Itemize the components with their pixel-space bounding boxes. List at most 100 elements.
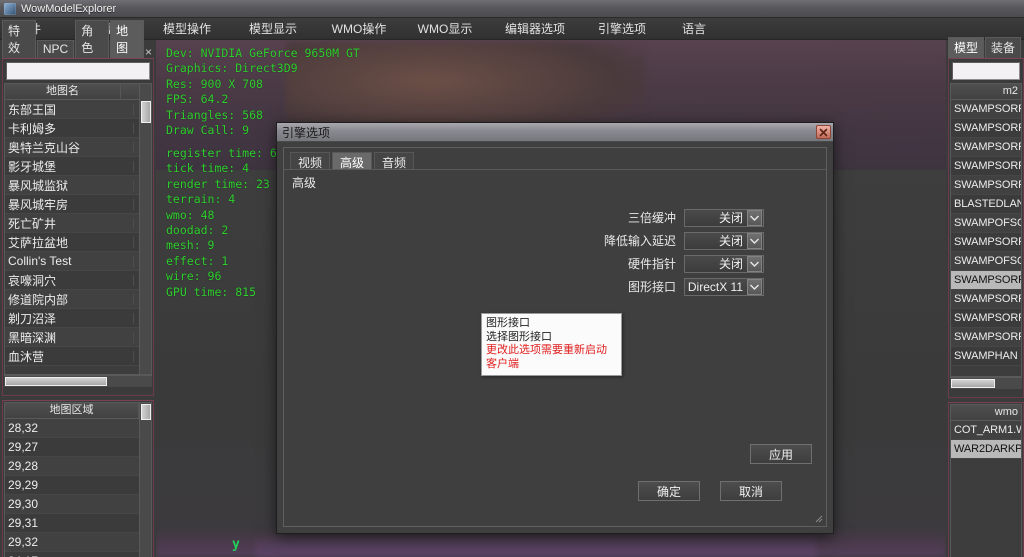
menu-item-model-ops[interactable]: 模型操作 — [144, 17, 230, 40]
setting-row-hardware-cursor: 硬件指针 关闭 — [284, 254, 826, 273]
table-row[interactable]: 黑暗深渊4 — [5, 328, 151, 347]
left-tab-effects[interactable]: 特效 — [2, 20, 36, 58]
left-tab-character[interactable]: 角色 — [75, 20, 110, 58]
table-row[interactable]: 奥特兰克山谷3 — [5, 138, 151, 157]
scrollbar-thumb[interactable] — [951, 379, 995, 388]
m2-search-box[interactable] — [952, 62, 1020, 80]
list-item[interactable]: WAR2DARKP — [951, 440, 1021, 459]
map-list-header: 地图名 — [5, 84, 151, 100]
list-item[interactable]: SWAMPSORR — [951, 309, 1021, 328]
right-tab-model[interactable]: 模型 — [948, 37, 985, 58]
apply-button[interactable]: 应用 — [750, 444, 812, 464]
table-row[interactable]: 影牙城堡3 — [5, 157, 151, 176]
close-icon[interactable]: × — [145, 46, 152, 58]
table-row[interactable]: 卡利姆多1 — [5, 119, 151, 138]
menu-item-wmo-ops[interactable]: WMO操作 — [316, 17, 402, 40]
table-row[interactable]: 29,29 — [5, 476, 151, 495]
table-row[interactable]: 34,17 — [5, 552, 151, 557]
table-row[interactable]: 艾萨拉盆地3 — [5, 233, 151, 252]
m2-name: SWAMPSORR — [954, 103, 1021, 115]
left-tab-map[interactable]: 地图 — [110, 20, 144, 58]
graphics-api-dropdown[interactable]: DirectX 11 — [684, 277, 764, 296]
menu-item-engine-options[interactable]: 引擎选项 — [582, 17, 662, 40]
wmo-listview[interactable]: wmo COT_ARM1.W WAR2DARKP — [950, 404, 1022, 557]
region-coord: 29,27 — [8, 440, 39, 454]
table-row[interactable]: 28,32 — [5, 419, 151, 438]
tab-advanced[interactable]: 高级 — [332, 152, 373, 170]
m2-name: SWAMPSORR — [954, 312, 1021, 324]
menu-item-editor-options[interactable]: 编辑器选项 — [488, 17, 582, 40]
chevron-down-icon[interactable] — [747, 232, 762, 249]
list-item[interactable]: SWAMPSORR — [951, 271, 1021, 290]
table-row[interactable]: 暴风城牢房3 — [5, 195, 151, 214]
close-icon[interactable] — [816, 125, 831, 139]
m2-name: SWAMPOFSO — [954, 255, 1021, 267]
tab-audio[interactable]: 音频 — [374, 152, 415, 170]
list-item[interactable]: SWAMPSORR — [951, 328, 1021, 347]
region-list-vertical-scrollbar[interactable] — [139, 403, 151, 557]
scrollbar-thumb[interactable] — [141, 101, 151, 123]
table-row[interactable]: 29,32 — [5, 533, 151, 552]
table-row[interactable]: 剃刀沼泽3 — [5, 309, 151, 328]
m2-list-horizontal-scrollbar[interactable] — [950, 377, 1022, 389]
list-item[interactable]: SWAMPSORR — [951, 100, 1021, 119]
dialog-tabstrip: 视频 高级 音频 — [284, 148, 826, 170]
menu-item-language[interactable]: 语言 — [662, 17, 726, 40]
tab-video[interactable]: 视频 — [290, 152, 331, 170]
map-listview[interactable]: 地图名 东部王国0 卡利姆多1 奥特兰克山谷3 影牙城堡3 暴风城监狱4 暴风城… — [4, 83, 152, 375]
table-row[interactable]: 29,28 — [5, 457, 151, 476]
scrollbar-thumb[interactable] — [141, 404, 151, 420]
list-item[interactable]: BLASTEDLAND — [951, 195, 1021, 214]
list-item[interactable]: SWAMPSORR — [951, 138, 1021, 157]
right-tab-equipment[interactable]: 装备 — [985, 37, 1022, 58]
map-name: Collin's Test — [8, 254, 72, 268]
m2-name: SWAMPOFSO — [954, 217, 1021, 229]
list-item[interactable]: SWAMPSORR — [951, 176, 1021, 195]
scrollbar-thumb[interactable] — [5, 377, 107, 386]
list-item[interactable]: SWAMPHAN — [951, 347, 1021, 366]
list-item[interactable]: COT_ARM1.W — [951, 421, 1021, 440]
table-row[interactable]: Collin's Test1 — [5, 252, 151, 271]
resize-grip-icon[interactable] — [811, 511, 823, 523]
region-coord: 29,29 — [8, 478, 39, 492]
map-list-horizontal-scrollbar[interactable] — [4, 375, 152, 387]
triple-buffering-dropdown[interactable]: 关闭 — [684, 208, 764, 227]
chevron-down-icon[interactable] — [747, 209, 762, 226]
list-item[interactable]: SWAMPSORR — [951, 157, 1021, 176]
left-tab-npc[interactable]: NPC — [36, 40, 75, 58]
map-name: 影牙城堡 — [8, 159, 57, 174]
chevron-down-icon[interactable] — [747, 255, 762, 272]
list-item[interactable]: SWAMPOFSO — [951, 252, 1021, 271]
setting-row-graphics-api: 图形接口 DirectX 11 — [284, 277, 826, 296]
m2-name: SWAMPSORR — [954, 141, 1021, 153]
region-listview[interactable]: 地图区域 28,32 29,27 29,28 29,29 29,30 29,31… — [4, 402, 152, 557]
m2-listview[interactable]: m2 SWAMPSORR SWAMPSORR SWAMPSORR SWAMPSO… — [950, 83, 1022, 377]
chevron-down-icon[interactable] — [747, 278, 762, 295]
table-row[interactable]: 血沐营3 — [5, 347, 151, 366]
table-row[interactable]: 29,27 — [5, 438, 151, 457]
wmo-name: WAR2DARKP — [954, 443, 1021, 455]
m2-search-input[interactable] — [953, 63, 1019, 79]
map-search-input[interactable] — [7, 63, 149, 79]
region-coord: 29,30 — [8, 497, 39, 511]
menu-item-wmo-display[interactable]: WMO显示 — [402, 17, 488, 40]
table-row[interactable]: 29,31 — [5, 514, 151, 533]
table-row[interactable]: 修道院内部3 — [5, 290, 151, 309]
list-item[interactable]: SWAMPSORR — [951, 233, 1021, 252]
menu-item-model-display[interactable]: 模型显示 — [230, 17, 316, 40]
table-row[interactable]: 暴风城监狱4 — [5, 176, 151, 195]
table-row[interactable]: 哀嚎洞穴4 — [5, 271, 151, 290]
list-item[interactable]: SWAMPSORR — [951, 290, 1021, 309]
map-search-box[interactable] — [6, 62, 150, 80]
table-row[interactable]: 死亡矿井4 — [5, 214, 151, 233]
table-row[interactable]: 29,30 — [5, 495, 151, 514]
m2-name: SWAMPSORR — [954, 274, 1021, 286]
hardware-cursor-dropdown[interactable]: 关闭 — [684, 254, 764, 273]
ok-button[interactable]: 确定 — [638, 481, 700, 501]
cancel-button[interactable]: 取消 — [720, 481, 782, 501]
list-item[interactable]: SWAMPSORR — [951, 119, 1021, 138]
list-item[interactable]: SWAMPOFSO — [951, 214, 1021, 233]
reduce-input-lag-dropdown[interactable]: 关闭 — [684, 231, 764, 250]
map-list-vertical-scrollbar[interactable] — [139, 84, 151, 374]
table-row[interactable]: 东部王国0 — [5, 100, 151, 119]
